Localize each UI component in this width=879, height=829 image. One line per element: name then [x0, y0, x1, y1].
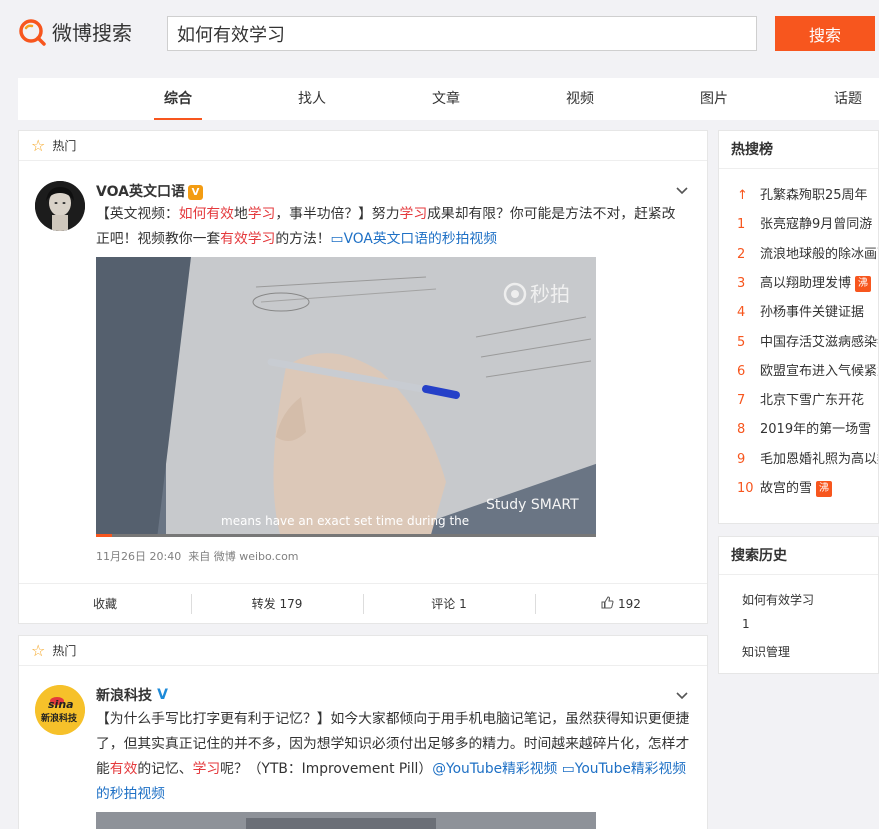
tab-users[interactable]: 找人 — [288, 78, 336, 120]
hot-search-text: 欧盟宣布进入气候紧急 — [760, 363, 879, 379]
post-text-segment: 呢？（YTB：Improvement Pill） — [220, 761, 433, 777]
weibo-search-logo[interactable]: 微博搜索 — [18, 17, 132, 46]
post-text: 【英文视频：如何有效地学习，事半功倍？】努力学习成果却有限？你可能是方法不对，赶… — [96, 202, 681, 252]
verified-icon: V — [187, 185, 203, 200]
search-tabs: 综合 找人 文章 视频 图片 话题 — [18, 78, 879, 120]
post-text-segment: 【英文视频： — [96, 206, 179, 222]
hot-search-panel: 热搜榜 ↑ 孔繁森殉职25周年 1 张亮寇静9月曾同游 2 流浪地球般的除冰画面 3 高以翔助… — [718, 130, 879, 524]
svg-text:新浪科技: 新浪科技 — [41, 712, 78, 724]
hot-search-rank: 9 — [737, 451, 746, 467]
post-source: 来自 微博 weibo.com — [188, 550, 299, 563]
post-text-segment: ，事半功倍？】努力 — [275, 206, 400, 222]
hot-search-text: 张亮寇静9月曾同游 — [760, 217, 873, 233]
tab-videos[interactable]: 视频 — [556, 78, 604, 120]
keyword-highlight: 学习 — [192, 761, 221, 777]
star-icon: ☆ — [31, 136, 46, 155]
tab-articles[interactable]: 文章 — [422, 78, 470, 120]
post-link[interactable]: @YouTube精彩视频 — [432, 761, 557, 777]
hot-search-text: 毛加恩婚礼照为高以翔 — [760, 451, 879, 467]
chevron-down-icon[interactable] — [675, 183, 689, 197]
section-label: 热门 — [52, 644, 77, 658]
keyword-highlight: 学习 — [399, 206, 428, 222]
hot-search-text: 中国存活艾滋病感染者 — [760, 334, 879, 350]
post-card: ☆ 热门 VOA英文口语 V 【英文视频：如何有效地学习，事半功倍？】努力学习成果… — [18, 130, 708, 624]
video-watermark: 秒拍 — [530, 282, 570, 306]
post-text-segment: 的方法！ — [275, 231, 331, 247]
post-meta: 11月26日 20:40 来自 微博 weibo.com — [96, 548, 299, 564]
hot-search-rank: 3 — [737, 275, 746, 291]
hot-section-header: ☆ 热门 — [19, 131, 707, 161]
section-label: 热门 — [52, 139, 77, 153]
post-text-segment: 地 — [233, 206, 248, 222]
search-history-item[interactable]: 如何有效学习 — [742, 591, 814, 608]
hot-search-rank: 2 — [737, 246, 746, 262]
like-count: 192 — [617, 597, 641, 611]
video-subtitle: means have an exact set time during the — [221, 514, 469, 528]
hot-search-text: 北京下雪广东开花 — [760, 393, 865, 409]
comment-button[interactable]: 评论 1 — [363, 584, 535, 623]
hot-search-rank: 1 — [737, 217, 746, 233]
keyword-highlight: 学习 — [247, 206, 276, 222]
search-history-item[interactable]: 1 — [742, 617, 750, 631]
search-history-title: 搜索历史 — [719, 537, 878, 575]
boiling-badge: 沸 — [816, 481, 833, 497]
hot-search-text: 高以翔助理发博沸 — [760, 269, 872, 298]
svg-text:sina: sina — [48, 698, 74, 711]
hot-search-text: 流浪地球般的除冰画面 — [760, 246, 879, 262]
post-actions: 收藏 转发 179 评论 1 192 — [19, 583, 707, 623]
hot-search-rank: 5 — [737, 334, 746, 350]
video-player[interactable]: 秒拍 Study SMART means have an exact set t… — [96, 257, 596, 537]
search-history-item[interactable]: 知识管理 — [742, 643, 790, 660]
header: 微博搜索 搜索 — [0, 0, 879, 66]
username-text: VOA英文口语 — [96, 184, 185, 200]
repost-button[interactable]: 转发 179 — [191, 584, 363, 623]
tab-all[interactable]: 综合 — [154, 78, 202, 120]
search-input[interactable] — [167, 16, 757, 51]
hot-search-rank: 4 — [737, 305, 746, 321]
hot-search-rank: 6 — [737, 363, 746, 379]
keyword-highlight: 有效学习 — [220, 231, 276, 247]
hot-search-rank: 10 — [737, 481, 754, 496]
keyword-highlight: 有效 — [109, 761, 138, 777]
pinned-top-icon: ↑ — [737, 188, 748, 203]
hot-search-title: 热搜榜 — [719, 131, 878, 169]
post-text-segment: 的记忆、 — [137, 761, 193, 777]
search-history-panel: 搜索历史 如何有效学习 1 知识管理 — [718, 536, 879, 674]
tab-images[interactable]: 图片 — [690, 78, 738, 120]
hot-section-header: ☆ 热门 — [19, 636, 707, 666]
post-card: ☆ 热门 sina 新浪科技 新浪科技 V 【为什么手写比打字更有利于记忆？】如今… — [18, 635, 708, 829]
post-text: 【为什么手写比打字更有利于记忆？】如今大家都倾向于用手机电脑记笔记，虽然获得知识… — [96, 707, 694, 807]
post-timestamp[interactable]: 11月26日 20:40 — [96, 550, 181, 563]
like-button[interactable]: 192 — [535, 584, 707, 623]
favorite-button[interactable]: 收藏 — [19, 584, 191, 623]
logo-text: 微博搜索 — [52, 21, 132, 45]
video-player[interactable] — [96, 812, 596, 829]
hot-search-text: 故宫的雪沸 — [760, 474, 833, 503]
avatar[interactable]: sina 新浪科技 — [35, 685, 85, 735]
search-logo-icon — [18, 18, 46, 46]
verified-icon: V — [155, 688, 170, 703]
username[interactable]: VOA英文口语 V — [96, 181, 203, 201]
post-link[interactable]: ▭VOA英文口语的秒拍视频 — [331, 231, 497, 247]
keyword-highlight: 如何有效 — [178, 206, 234, 222]
chevron-down-icon[interactable] — [675, 688, 689, 702]
avatar[interactable] — [35, 181, 85, 231]
search-button[interactable]: 搜索 — [775, 16, 875, 51]
tab-topics[interactable]: 话题 — [824, 78, 872, 120]
thumbs-up-icon — [601, 596, 614, 609]
video-brand: Study SMART — [486, 497, 579, 513]
username-text: 新浪科技 — [96, 688, 152, 704]
hot-search-text: 孔繁森殉职25周年 — [760, 188, 868, 203]
hot-search-rank: 8 — [737, 422, 746, 438]
hot-search-rank: 7 — [737, 393, 746, 409]
star-icon: ☆ — [31, 641, 46, 660]
username[interactable]: 新浪科技 V — [96, 685, 170, 705]
hot-search-text: 2019年的第一场雪 — [760, 422, 872, 438]
boiling-badge: 沸 — [855, 275, 872, 292]
hot-search-text: 孙杨事件关键证据 — [760, 305, 865, 321]
